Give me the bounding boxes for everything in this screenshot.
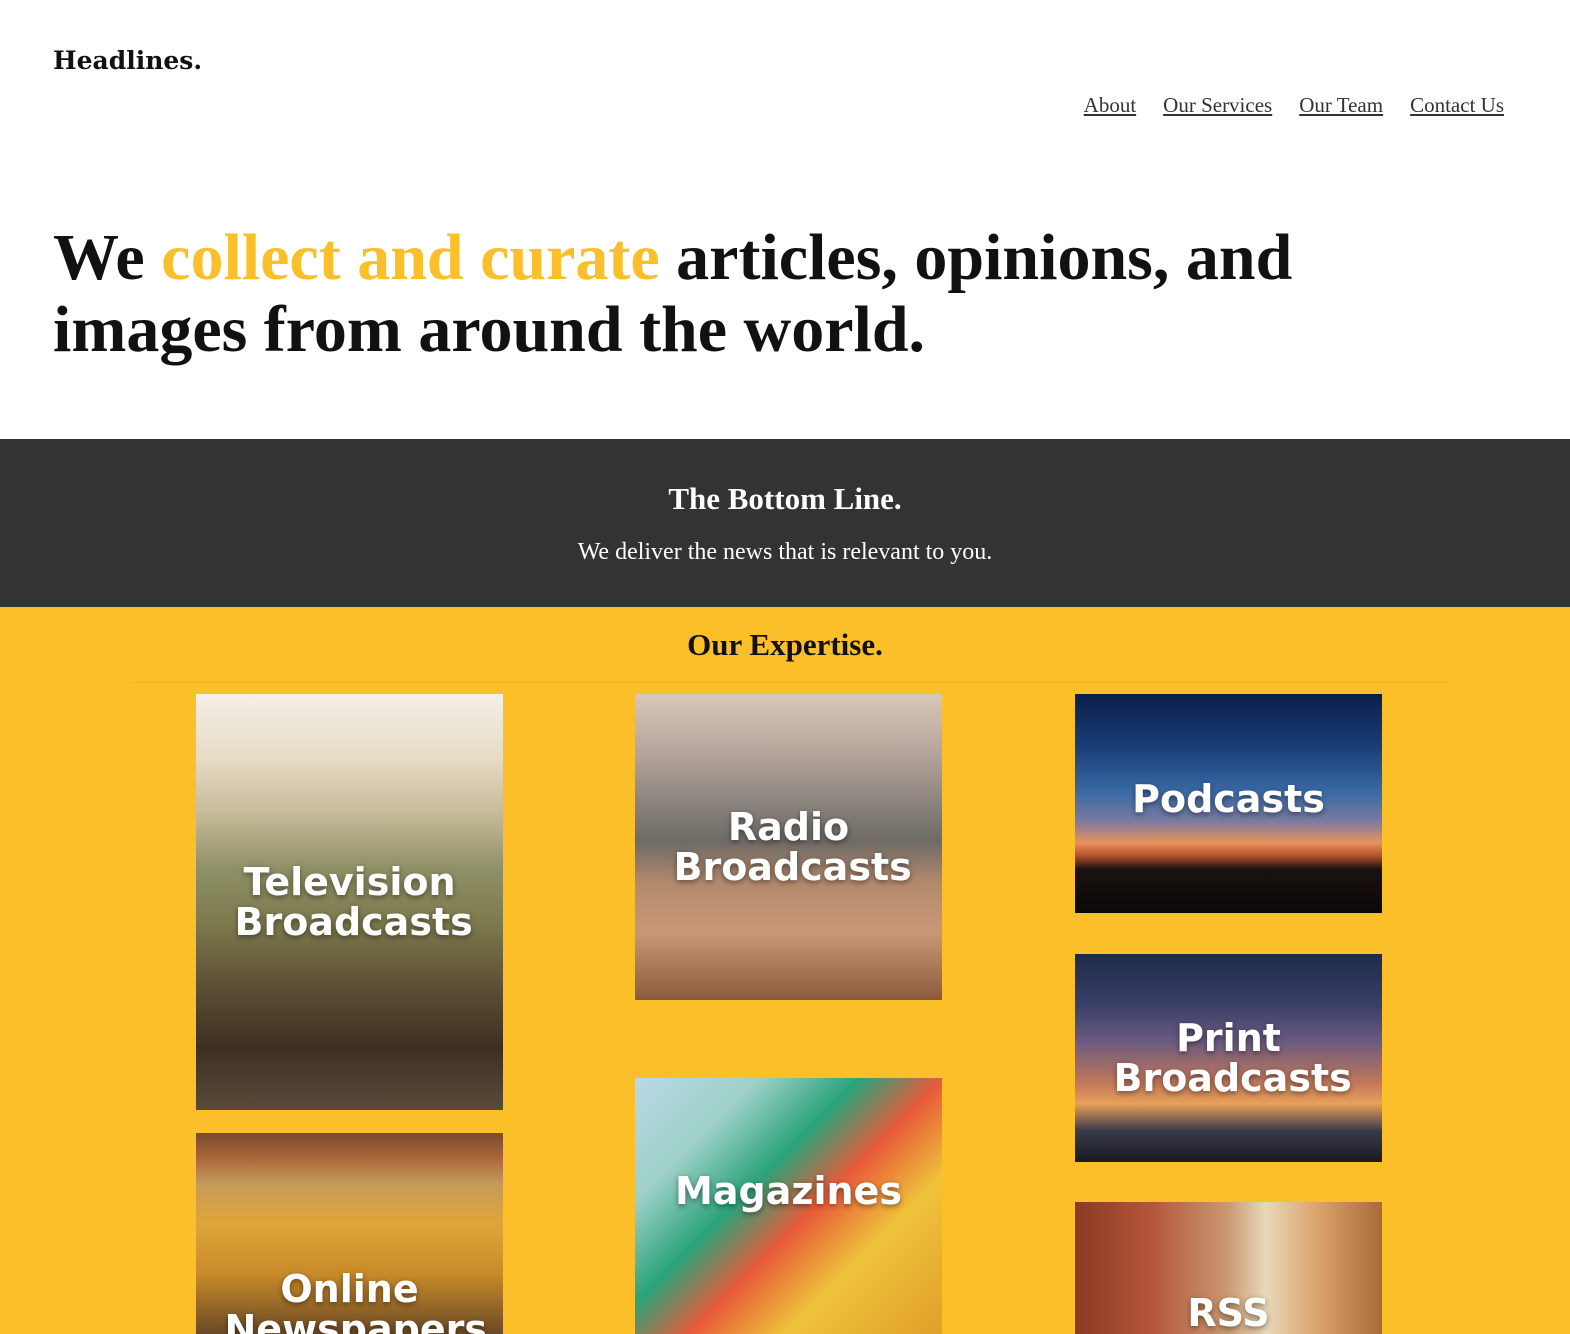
expertise-title: Our Expertise. (687, 627, 883, 662)
bottom-line-subtitle: We deliver the news that is relevant to … (577, 539, 993, 565)
nav-link-contact-us[interactable]: Contact Us (1410, 93, 1504, 118)
tile-radio-broadcasts[interactable]: Radio Broadcasts (635, 694, 942, 1000)
site-logo[interactable]: Headlines. (53, 46, 202, 75)
tile-podcasts[interactable]: Podcasts (1075, 694, 1382, 913)
expertise-divider (130, 682, 1448, 683)
tile-rss-readers[interactable]: RSS Readers (1075, 1202, 1382, 1334)
tile-caption: Podcasts (1132, 776, 1325, 821)
tile-caption: Online Newspapers (224, 1266, 487, 1334)
hero-headline: We collect and curate articles, opinions… (53, 222, 1453, 366)
bottom-line-title: The Bottom Line. (668, 481, 902, 516)
hero-accent-text: collect and curate (161, 221, 660, 294)
tile-print-broadcasts[interactable]: Print Broadcasts (1075, 954, 1382, 1162)
tile-caption: RSS Readers (1154, 1291, 1329, 1334)
hero-lead: We (53, 221, 162, 294)
nav-link-about[interactable]: About (1084, 93, 1137, 118)
bottom-line-band: The Bottom Line. We deliver the news tha… (0, 439, 1570, 607)
site-header: Headlines. About Our Services Our Team C… (0, 0, 1570, 170)
tile-online-newspapers[interactable]: Online Newspapers (196, 1133, 503, 1334)
tile-caption: Television Broadcasts (234, 860, 473, 944)
tile-caption: Radio Broadcasts (673, 805, 912, 889)
tile-caption: Print Broadcasts (1113, 1016, 1352, 1100)
nav-link-our-services[interactable]: Our Services (1163, 93, 1272, 118)
tile-television-broadcasts[interactable]: Television Broadcasts (196, 694, 503, 1110)
nav-link-our-team[interactable]: Our Team (1299, 93, 1383, 118)
main-nav: About Our Services Our Team Contact Us (1084, 93, 1504, 118)
tile-caption: Magazines (675, 1169, 902, 1213)
tile-magazines[interactable]: Magazines (635, 1078, 942, 1334)
